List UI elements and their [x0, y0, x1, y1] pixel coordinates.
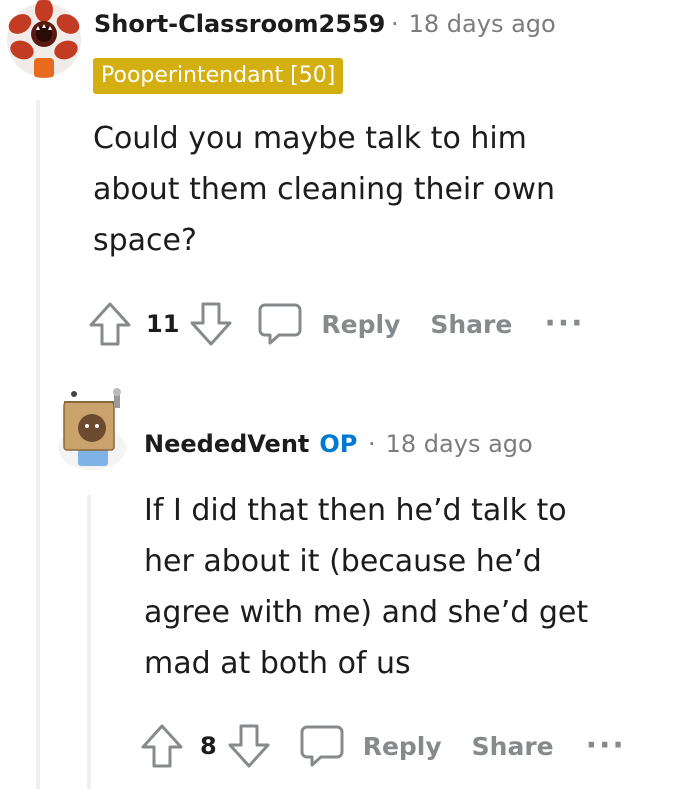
arrow-up-icon[interactable]: [140, 723, 184, 769]
share-button[interactable]: Share: [472, 732, 554, 761]
more-options-button[interactable]: ···: [544, 309, 584, 339]
comment-timestamp[interactable]: 18 days ago: [409, 10, 556, 38]
reply-button[interactable]: Reply: [321, 310, 400, 339]
comment-author[interactable]: Short-Classroom2559: [94, 10, 385, 38]
comment-meta: · 18 days ago: [368, 430, 533, 458]
cardboard-box-avatar-icon: [58, 388, 126, 470]
user-flair: Pooperintendant [50]: [93, 58, 344, 94]
avatar[interactable]: [6, 0, 82, 78]
speech-bubble-icon[interactable]: [257, 301, 303, 347]
arrow-up-icon[interactable]: [88, 301, 132, 347]
reply-button[interactable]: Reply: [363, 732, 442, 761]
arrow-down-icon[interactable]: [189, 301, 233, 347]
comment-action-bar: 11 Reply Share ···: [88, 299, 585, 349]
comment-body: Could you maybe talk to him about them c…: [93, 121, 556, 258]
share-button[interactable]: Share: [430, 310, 512, 339]
username[interactable]: NeededVent: [144, 430, 309, 458]
vote-count: 11: [146, 310, 180, 338]
thread-line-2[interactable]: [87, 495, 91, 789]
thread-line-1[interactable]: [36, 100, 40, 789]
comment-timestamp[interactable]: 18 days ago: [386, 430, 533, 458]
meta-separator: ·: [391, 10, 399, 38]
demogorgon-avatar-icon: [7, 0, 81, 78]
comment-author[interactable]: NeededVent OP: [144, 430, 357, 458]
more-options-button[interactable]: ···: [586, 731, 626, 761]
op-badge: OP: [319, 430, 358, 458]
meta-separator: ·: [368, 430, 376, 458]
comment-body: If I did that then he’d talk to her abou…: [144, 493, 589, 681]
avatar[interactable]: [56, 388, 128, 472]
arrow-down-icon[interactable]: [227, 723, 271, 769]
vote-count: 8: [200, 732, 217, 760]
comment-action-bar: 8 Reply Share ···: [140, 721, 626, 771]
comment-meta: · 18 days ago: [391, 10, 556, 38]
speech-bubble-icon[interactable]: [299, 723, 345, 769]
